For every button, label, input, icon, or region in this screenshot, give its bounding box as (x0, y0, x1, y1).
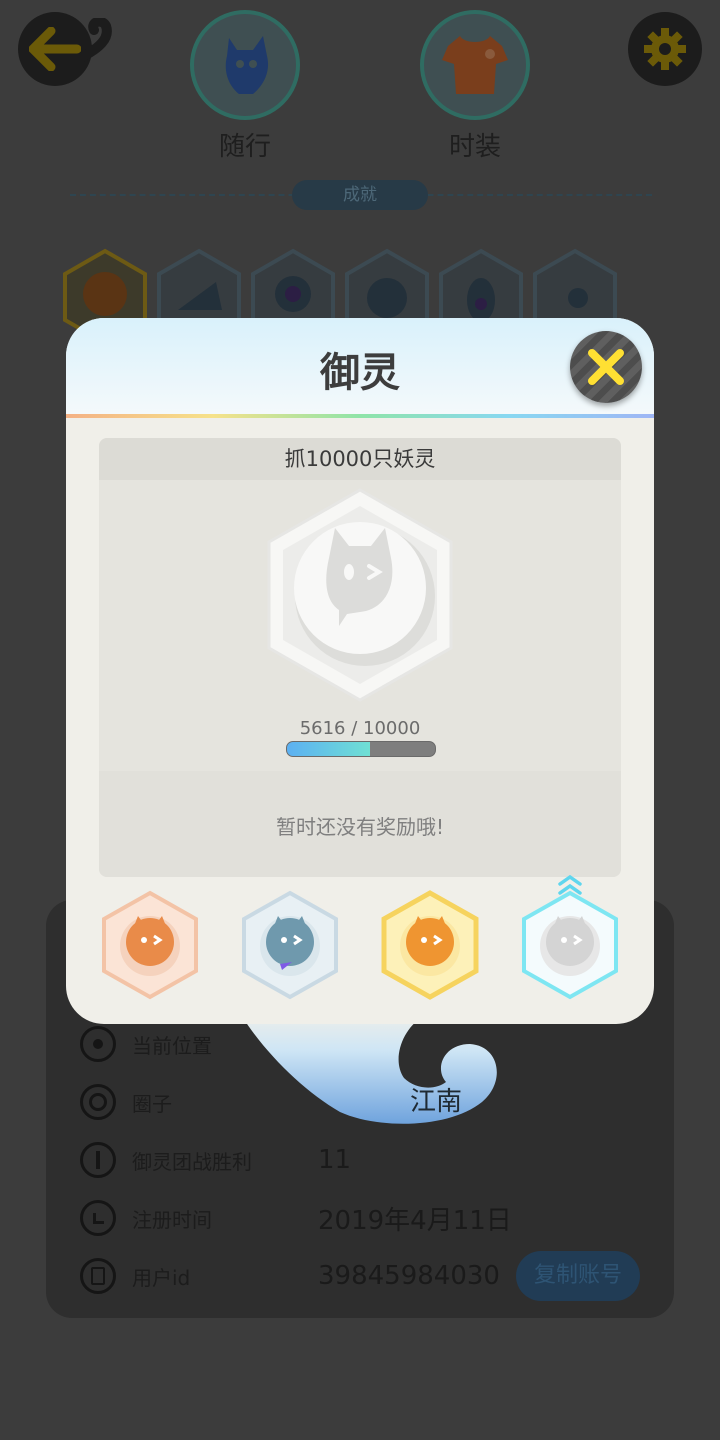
bronze-spirit-badge-icon[interactable] (100, 890, 200, 1000)
modal-title: 御灵 (320, 350, 400, 396)
achievement-detail-panel: 抓10000只妖灵 5616 / 10000 暂时还没有奖励哦! (99, 438, 621, 877)
app-screen: 随行 时装 成就 当前位置 圈子 御灵团战胜利 11 注册时间 2019年4月1… (0, 0, 720, 1440)
achievement-modal: 御灵 抓10000只妖灵 5616 / 10000 暂时还没有奖励哦! (66, 318, 654, 1024)
task-description: 抓10000只妖灵 (99, 438, 621, 480)
selected-chevron-icon (558, 874, 582, 895)
reward-empty-text: 暂时还没有奖励哦! (275, 815, 445, 839)
spirit-achievement-badge-icon (267, 488, 453, 702)
header-rainbow-line (66, 414, 654, 418)
gold-spirit-badge-icon[interactable] (380, 890, 480, 1000)
progress-fill (287, 742, 371, 756)
diamond-spirit-badge-icon[interactable] (520, 890, 620, 1000)
profile-row-value: 江南 (410, 1087, 462, 1117)
progress-text: 5616 / 10000 (299, 718, 421, 739)
close-x-icon (588, 349, 624, 385)
reward-area: 暂时还没有奖励哦! (99, 771, 621, 877)
progress-bar (286, 741, 436, 757)
close-button[interactable] (570, 331, 642, 403)
silver-spirit-badge-icon[interactable] (240, 890, 340, 1000)
